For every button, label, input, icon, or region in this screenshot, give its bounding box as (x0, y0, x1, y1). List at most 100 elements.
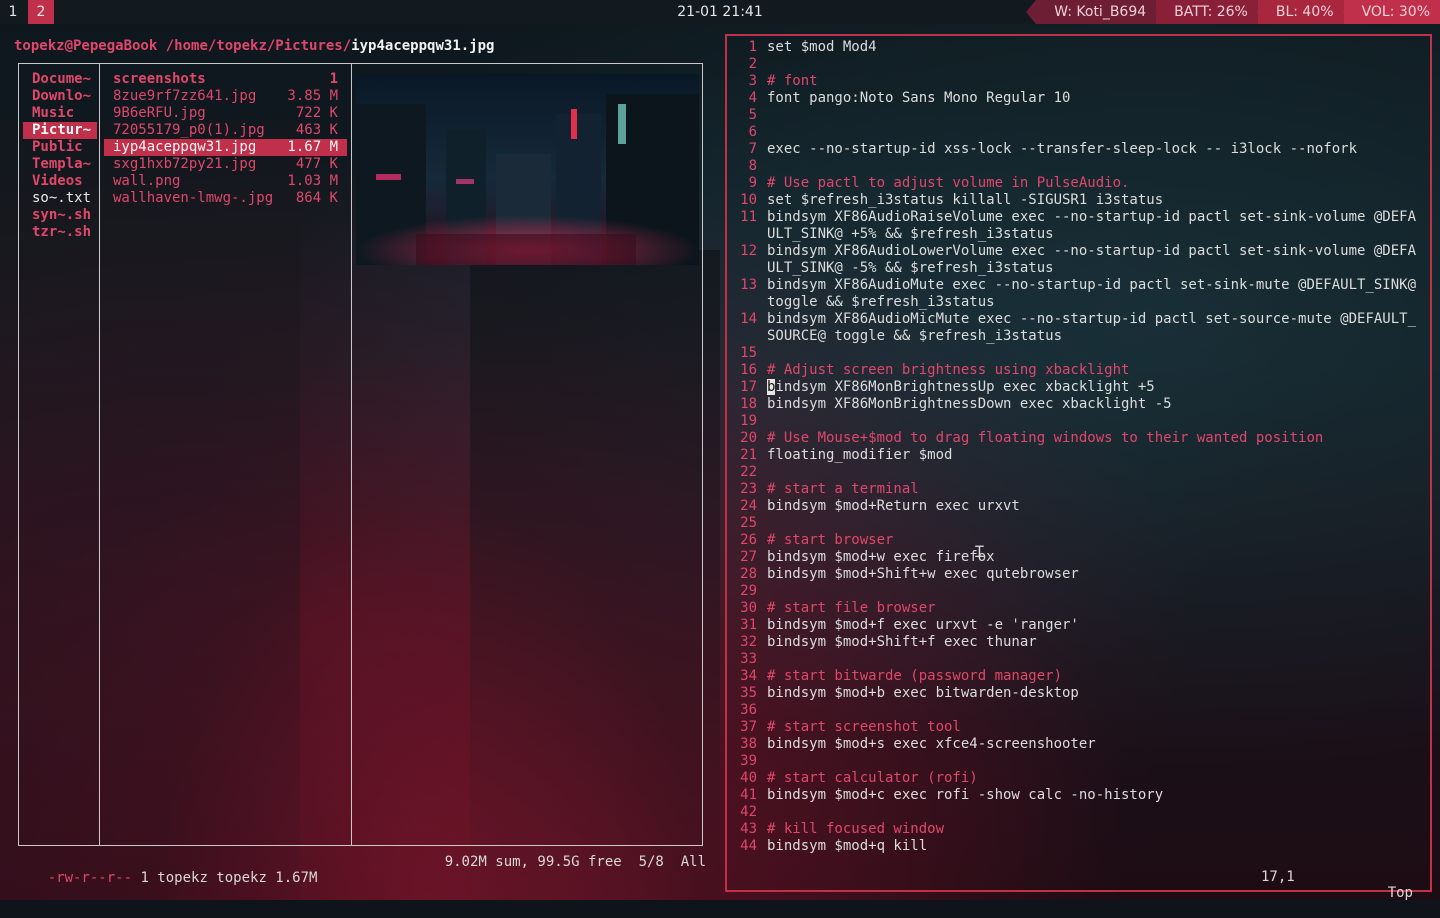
line-number: 16 (740, 362, 757, 378)
line-number: 10 (740, 192, 757, 208)
file-list-item[interactable]: screenshots 1 (104, 71, 347, 88)
ranger-statusbar: -rw-r--r-- 1 topekz topekz 1.67M 9.02M s… (14, 854, 714, 918)
editor-line[interactable]: 39 (729, 753, 1425, 770)
parent-dir-item[interactable]: Docume~ (23, 71, 97, 88)
parent-dir-item[interactable]: so~.txt (23, 190, 97, 207)
editor-line[interactable]: 35 bindsym $mod+b exec bitwarden-desktop (729, 685, 1425, 702)
status-segments: W: Koti_B694 BATT: 26% BL: 40% VOL: 30% (1026, 0, 1440, 24)
file-size: 463 K (295, 122, 338, 138)
parent-dir-item[interactable]: Videos (23, 173, 97, 190)
code-text: bindsym XF86MonBrightnessDown exec xback… (767, 396, 1172, 412)
editor-line[interactable]: 14 bindsym XF86AudioMicMute exec --no-sta… (729, 311, 1425, 345)
editor-line[interactable]: 25 (729, 515, 1425, 532)
line-number: 11 (740, 209, 757, 225)
file-name: 9B6eRFU.jpg (113, 105, 206, 121)
editor-line[interactable]: 11 bindsym XF86AudioRaiseVolume exec --no… (729, 209, 1425, 243)
editor-line[interactable]: 16 # Adjust screen brightness using xback… (729, 362, 1425, 379)
editor-line[interactable]: 30 # start file browser (729, 600, 1425, 617)
line-number: 25 (740, 515, 757, 531)
file-size: 1 (329, 71, 338, 87)
file-size: 1.03 M (287, 173, 338, 189)
editor-line[interactable]: 26 # start browser (729, 532, 1425, 549)
editor-line[interactable]: 23 # start a terminal (729, 481, 1425, 498)
code-text: exec --no-startup-id xss-lock --transfer… (767, 141, 1358, 157)
line-number: 28 (740, 566, 757, 582)
scroll-position: Top (1387, 885, 1413, 901)
file-permissions: -rw-r--r-- (47, 870, 133, 886)
code-text: font pango:Noto Sans Mono Regular 10 (767, 90, 1071, 106)
editor-line[interactable]: 5 (729, 107, 1425, 124)
file-list-item[interactable]: wallhaven-lmwg-.jpg 864 K (104, 190, 347, 207)
file-name: wallhaven-lmwg-.jpg (113, 190, 274, 206)
editor-line[interactable]: 9 # Use pactl to adjust volume in PulseAu… (729, 175, 1425, 192)
vim-editor-window[interactable]: 1 set $mod Mod4 2 3 # font 4 font pango:Noto S… (725, 34, 1432, 901)
editor-line[interactable]: 34 # start bitwarde (password manager) (729, 668, 1425, 685)
line-number: 38 (740, 736, 757, 752)
editor-line[interactable]: 4 font pango:Noto Sans Mono Regular 10 (729, 90, 1425, 107)
file-list-item[interactable]: wall.png 1.03 M (104, 173, 347, 190)
file-list-item[interactable]: sxg1hxb72py21.jpg 477 K (104, 156, 347, 173)
editor-line[interactable]: 8 (729, 158, 1425, 175)
file-list-item[interactable]: 72055179_p0(1).jpg 463 K (104, 122, 347, 139)
editor-line[interactable]: 21 floating_modifier $mod (729, 447, 1425, 464)
editor-line[interactable]: 7 exec --no-startup-id xss-lock --transfe… (729, 141, 1425, 158)
parent-dir-item[interactable]: Music (23, 105, 97, 122)
editor-line[interactable]: 36 (729, 702, 1425, 719)
file-size: 3.85 M (287, 88, 338, 104)
editor-line[interactable]: 29 (729, 583, 1425, 600)
editor-line[interactable]: 27 bindsym $mod+w exec firefox (729, 549, 1425, 566)
editor-line[interactable]: 41 bindsym $mod+c exec rofi -show calc -n… (729, 787, 1425, 804)
editor-buffer[interactable]: 1 set $mod Mod4 2 3 # font 4 font pango:Noto S… (729, 39, 1425, 855)
editor-line[interactable]: 31 bindsym $mod+f exec urxvt -e 'ranger' (729, 617, 1425, 634)
editor-line[interactable]: 1 set $mod Mod4 (729, 39, 1425, 56)
editor-line[interactable]: 17 bindsym XF86MonBrightnessUp exec xback… (729, 379, 1425, 396)
volume-status: VOL: 30% (1342, 0, 1440, 24)
file-list-item[interactable]: iyp4aceppqw31.jpg 1.67 M (104, 139, 347, 156)
ranger-window[interactable]: topekz@PepegaBook /home/topekz/Pictures/… (10, 34, 714, 886)
editor-line[interactable]: 12 bindsym XF86AudioLowerVolume exec --no… (729, 243, 1425, 277)
code-comment: # Use pactl to adjust volume in PulseAud… (767, 175, 1130, 191)
editor-line[interactable]: 43 # kill focused window (729, 821, 1425, 838)
editor-line[interactable]: 6 (729, 124, 1425, 141)
parent-dir-item[interactable]: Templa~ (23, 156, 97, 173)
code-comment: # Adjust screen brightness using xbackli… (767, 362, 1130, 378)
status-bar: 1 2 21-01 21:41 W: Koti_B694 BATT: 26% B… (0, 0, 1440, 24)
parent-dir-item[interactable]: syn~.sh (23, 207, 97, 224)
parent-dir-item[interactable]: Downlo~ (23, 88, 97, 105)
directory-summary: 9.02M sum, 99.5G free 5/8 All (444, 854, 706, 870)
file-size: 722 K (295, 105, 338, 121)
file-list-item[interactable]: 8zue9rf7zz641.jpg 3.85 M (104, 88, 347, 105)
editor-line[interactable]: 20 # Use Mouse+$mod to drag floating wind… (729, 430, 1425, 447)
code-text: bindsym $mod+w exec firefox (767, 549, 995, 565)
line-number: 24 (740, 498, 757, 514)
editor-line[interactable]: 28 bindsym $mod+Shift+w exec qutebrowser (729, 566, 1425, 583)
editor-line[interactable]: 15 (729, 345, 1425, 362)
code-text: bindsym $mod+s exec xfce4-screenshooter (767, 736, 1096, 752)
file-list-item[interactable]: 9B6eRFU.jpg 722 K (104, 105, 347, 122)
cursor-position: 17,1 (1261, 869, 1295, 885)
editor-line[interactable]: 42 (729, 804, 1425, 821)
editor-line[interactable]: 22 (729, 464, 1425, 481)
parent-dir-item[interactable]: tzr~.sh (23, 224, 97, 241)
editor-line[interactable]: 24 bindsym $mod+Return exec urxvt (729, 498, 1425, 515)
editor-line[interactable]: 10 set $refresh_i3status killall -SIGUSR1… (729, 192, 1425, 209)
parent-dir-item[interactable]: Public (23, 139, 97, 156)
editor-line[interactable]: 33 (729, 651, 1425, 668)
editor-line[interactable]: 37 # start screenshot tool (729, 719, 1425, 736)
code-comment: # start calculator (rofi) (767, 770, 978, 786)
editor-line[interactable]: 18 bindsym XF86MonBrightnessDown exec xba… (729, 396, 1425, 413)
file-name: iyp4aceppqw31.jpg (113, 139, 257, 155)
editor-line[interactable]: 2 (729, 56, 1425, 73)
editor-line[interactable]: 19 (729, 413, 1425, 430)
editor-line[interactable]: 3 # font (729, 73, 1425, 90)
editor-line[interactable]: 40 # start calculator (rofi) (729, 770, 1425, 787)
parent-dir-item[interactable]: Pictur~ (23, 122, 97, 139)
editor-line[interactable]: 32 bindsym $mod+Shift+f exec thunar (729, 634, 1425, 651)
file-name: screenshots (113, 71, 206, 87)
parent-directory-list: Docume~ Downlo~ Music Pictur~ Public Templa~ V… (23, 71, 97, 241)
editor-line[interactable]: 38 bindsym $mod+s exec xfce4-screenshoote… (729, 736, 1425, 753)
line-number: 41 (740, 787, 757, 803)
editor-line[interactable]: 13 bindsym XF86AudioMute exec --no-startu… (729, 277, 1425, 311)
